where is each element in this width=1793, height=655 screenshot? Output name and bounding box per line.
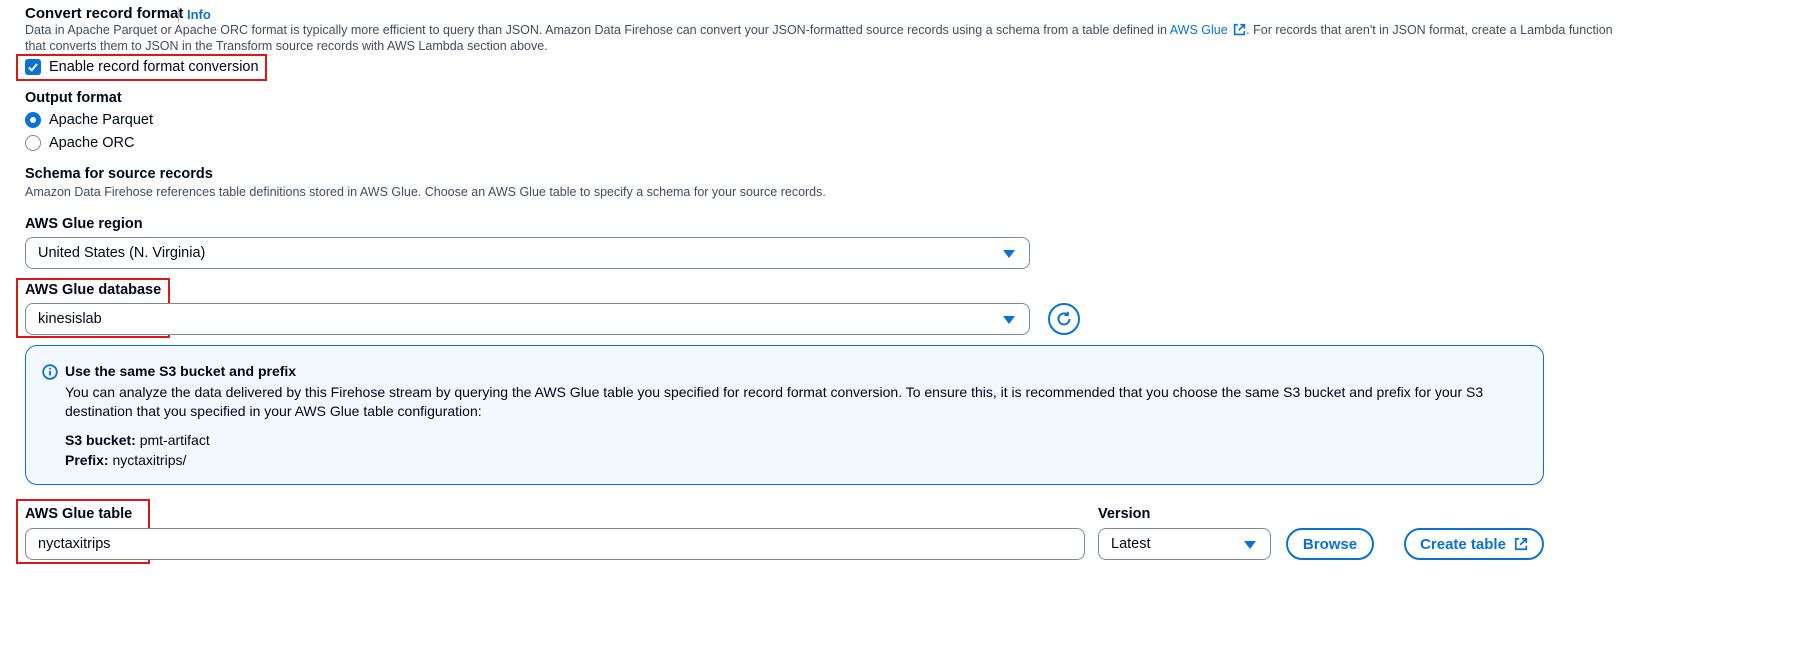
output-format-label: Output format	[25, 90, 122, 106]
checkbox-checked[interactable]	[25, 59, 41, 75]
section-title: Convert record format	[25, 5, 184, 22]
browse-button[interactable]: Browse	[1286, 528, 1374, 560]
external-link-icon	[1514, 537, 1528, 551]
info-circle-icon	[42, 364, 58, 380]
enable-conversion-label: Enable record format conversion	[49, 59, 259, 75]
glue-database-select[interactable]: kinesislab	[25, 303, 1030, 335]
desc-text-2: . For records that aren't in JSON format…	[1246, 23, 1613, 37]
version-label: Version	[1098, 506, 1151, 522]
section-description-line2: that converts them to JSON in the Transf…	[25, 39, 548, 53]
radio-apache-orc[interactable]: Apache ORC	[25, 135, 134, 151]
glue-database-label: AWS Glue database	[25, 282, 162, 298]
create-table-button[interactable]: Create table	[1404, 528, 1544, 560]
radio-unselected[interactable]	[25, 135, 41, 151]
alert-body: You can analyze the data delivered by th…	[65, 383, 1483, 421]
enable-conversion-checkbox[interactable]: Enable record format conversion	[25, 59, 259, 75]
alert-body-line1: You can analyze the data delivered by th…	[65, 384, 1484, 400]
caret-down-icon	[1244, 541, 1256, 549]
bucket-value: pmt-artifact	[139, 432, 210, 448]
caret-down-icon	[1003, 250, 1015, 258]
create-table-label: Create table	[1420, 535, 1506, 553]
radio-selected[interactable]	[25, 112, 41, 128]
schema-title: Schema for source records	[25, 166, 213, 182]
refresh-icon	[1057, 311, 1071, 326]
glue-table-input[interactable]: nyctaxitrips	[25, 528, 1085, 560]
aws-glue-link[interactable]: AWS Glue	[1170, 23, 1228, 37]
prefix-label: Prefix:	[65, 452, 109, 468]
glue-region-select[interactable]: United States (N. Virginia)	[25, 237, 1030, 269]
desc-text: Data in Apache Parquet or Apache ORC for…	[25, 23, 1170, 37]
glue-region-label: AWS Glue region	[25, 216, 143, 232]
radio-label: Apache ORC	[49, 135, 135, 151]
alert-body-line2: destination that you specified in your A…	[65, 403, 482, 419]
caret-down-icon	[1003, 316, 1015, 324]
radio-apache-parquet[interactable]: Apache Parquet	[25, 112, 153, 128]
alert-bucket: S3 bucket: pmt-artifact	[65, 432, 210, 448]
select-value: kinesislab	[38, 311, 102, 327]
refresh-button[interactable]	[1048, 303, 1080, 335]
prefix-value: nyctaxitrips/	[112, 452, 187, 468]
alert-prefix: Prefix: nyctaxitrips/	[65, 452, 186, 468]
alert-title: Use the same S3 bucket and prefix	[65, 363, 297, 379]
version-select[interactable]: Latest	[1098, 528, 1271, 560]
radio-label: Apache Parquet	[49, 112, 153, 128]
external-link-icon	[1233, 23, 1246, 36]
check-icon	[28, 63, 38, 72]
schema-description: Amazon Data Firehose references table de…	[25, 185, 826, 199]
info-alert: Use the same S3 bucket and prefix You ca…	[25, 345, 1544, 485]
glue-table-label: AWS Glue table	[25, 506, 133, 522]
select-value: United States (N. Virginia)	[38, 245, 206, 261]
input-value: nyctaxitrips	[38, 536, 111, 552]
bucket-label: S3 bucket:	[65, 432, 136, 448]
select-value: Latest	[1111, 536, 1151, 552]
info-link[interactable]: Info	[187, 7, 211, 22]
